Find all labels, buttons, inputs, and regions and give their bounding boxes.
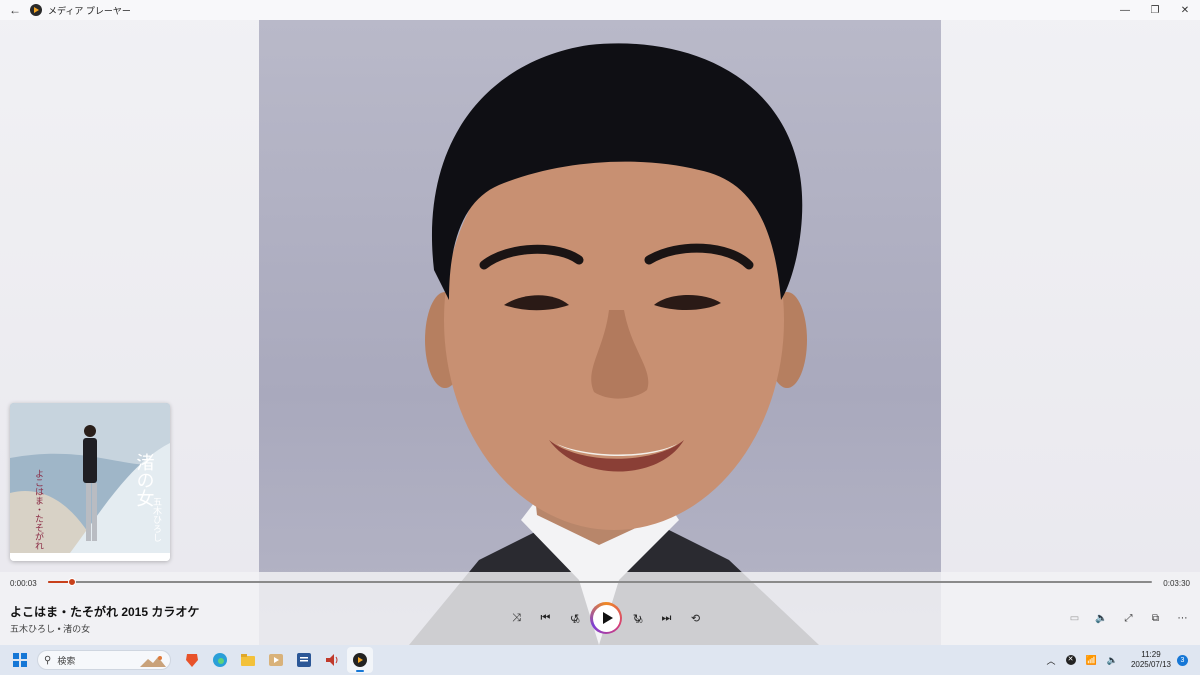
- skip-forward-seconds: 30: [635, 618, 643, 625]
- more-options-icon: ⋯: [1177, 612, 1188, 624]
- wifi-icon[interactable]: 📶: [1086, 655, 1097, 666]
- chevron-up-icon[interactable]: ︿: [1047, 654, 1056, 667]
- search-icon: ⚲: [44, 654, 52, 666]
- search-highlight-icon: [140, 656, 166, 667]
- search-placeholder: 検索: [57, 655, 76, 666]
- skip-forward-button[interactable]: ↻ 30: [623, 604, 652, 632]
- repeat-off-icon: ⟲: [690, 612, 701, 625]
- song-title[interactable]: よこはま・たそがれ 2015 カラオケ: [10, 603, 199, 620]
- skip-back-icon: ↺ 10: [569, 612, 580, 625]
- album-cover-illustration: 渚の女 五木ひろし よこはま・たそがれ: [10, 403, 170, 561]
- taskbar-apps: [179, 647, 373, 673]
- taskbar: ⚲ 検索 ︿ ✕ 📶 🔈 11:29 2025/07/13 3: [0, 645, 1200, 675]
- shuffle-button[interactable]: ⤨: [502, 604, 531, 632]
- play-button[interactable]: [590, 602, 622, 634]
- seek-bar-handle[interactable]: [68, 578, 76, 586]
- window-title: メディア プレーヤー: [48, 5, 131, 16]
- clock-time: 11:29: [1141, 650, 1161, 659]
- brave-browser-icon[interactable]: [179, 647, 205, 673]
- volume-icon: 🔈: [1095, 612, 1108, 624]
- window-controls: — ❐ ✕: [1110, 5, 1200, 16]
- more-options-button[interactable]: ⋯: [1169, 609, 1196, 627]
- album-thumbnail[interactable]: 渚の女 五木ひろし よこはま・たそがれ: [10, 403, 170, 561]
- back-arrow-icon[interactable]: ←: [0, 3, 30, 17]
- windows-start-icon[interactable]: [13, 653, 27, 667]
- album-cover-artist: 五木ひろし: [151, 497, 162, 542]
- secondary-controls: ▭ 🔈 ⤢ ⧉ ⋯: [1061, 609, 1196, 627]
- mini-player-icon: ⧉: [1151, 612, 1160, 624]
- play-icon: [602, 612, 613, 624]
- file-explorer-icon[interactable]: [235, 647, 261, 673]
- media-player-taskbar-icon[interactable]: [347, 647, 373, 673]
- mini-player-button[interactable]: ⧉: [1142, 609, 1169, 627]
- elapsed-time: 0:00:03: [10, 579, 37, 588]
- skip-back-button[interactable]: ↺ 10: [560, 604, 589, 632]
- playback-panel: 0:00:03 0:03:30 よこはま・たそがれ 2015 カラオケ 五木ひろ…: [0, 572, 1200, 645]
- previous-button[interactable]: ⏮: [531, 604, 560, 632]
- minimize-icon[interactable]: —: [1110, 5, 1140, 16]
- next-button[interactable]: ⏭: [652, 604, 681, 632]
- previous-icon: ⏮: [540, 611, 551, 624]
- system-tray: ︿ ✕ 📶 🔈 11:29 2025/07/13 3: [1042, 650, 1200, 670]
- speaker-icon[interactable]: 🔈: [1107, 655, 1118, 666]
- app-tray-icon[interactable]: ✕: [1065, 655, 1076, 665]
- total-time: 0:03:30: [1163, 579, 1190, 588]
- taskbar-search[interactable]: ⚲ 検索: [37, 650, 171, 670]
- clock-date: 2025/07/13: [1130, 660, 1171, 669]
- close-icon[interactable]: ✕: [1170, 5, 1200, 16]
- title-bar: ← メディア プレーヤー — ❐ ✕: [0, 0, 1200, 20]
- artist-album[interactable]: 五木ひろし • 渚の女: [10, 622, 90, 635]
- audio-app-icon[interactable]: [319, 647, 345, 673]
- video-app-icon[interactable]: [263, 647, 289, 673]
- edge-browser-icon[interactable]: [207, 647, 233, 673]
- restore-icon[interactable]: ❐: [1140, 5, 1170, 16]
- album-artwork-portrait: [259, 20, 941, 645]
- background-right: [941, 0, 1200, 645]
- skip-back-seconds: 10: [572, 618, 580, 625]
- shuffle-icon: ⤨: [512, 611, 521, 624]
- notification-badge[interactable]: 3: [1177, 654, 1188, 666]
- word-app-icon[interactable]: [291, 647, 317, 673]
- seek-bar[interactable]: [48, 578, 1152, 586]
- volume-button[interactable]: 🔈: [1088, 609, 1115, 627]
- album-cover-song: よこはま・たそがれ: [33, 469, 44, 550]
- clock[interactable]: 11:29 2025/07/13: [1131, 650, 1171, 670]
- next-icon: ⏭: [661, 611, 672, 624]
- portrait-illustration: [409, 43, 819, 645]
- transport-controls: ⤨ ⏮ ↺ 10 ↻ 30 ⏭ ⟲: [502, 602, 710, 634]
- fullscreen-button[interactable]: ⤢: [1115, 609, 1142, 627]
- fullscreen-icon: ⤢: [1124, 612, 1133, 624]
- skip-forward-icon: ↻ 30: [632, 612, 643, 625]
- repeat-button[interactable]: ⟲: [681, 604, 710, 632]
- media-player-app-icon: [30, 4, 42, 16]
- captions-icon: ▭: [1069, 612, 1080, 624]
- captions-button[interactable]: ▭: [1061, 609, 1088, 627]
